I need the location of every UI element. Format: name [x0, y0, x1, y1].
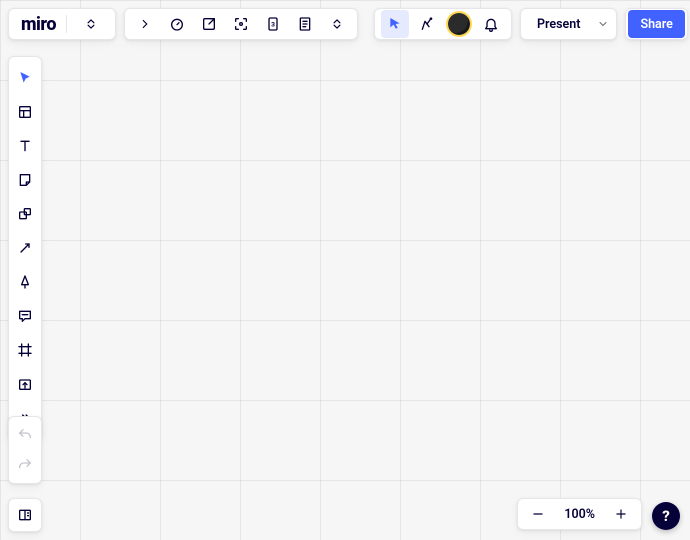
- comment-tool-icon[interactable]: [10, 301, 40, 331]
- redo-icon[interactable]: [11, 451, 39, 479]
- brand-panel: miro: [8, 8, 116, 40]
- help-label: ?: [662, 507, 670, 525]
- text-tool-icon[interactable]: [10, 131, 40, 161]
- notes-icon[interactable]: [291, 10, 319, 38]
- brand-logo[interactable]: miro: [21, 14, 56, 35]
- expand-chevron-right-icon[interactable]: [131, 10, 159, 38]
- board-switch-button[interactable]: [8, 498, 42, 532]
- panels-icon: [17, 507, 33, 523]
- export-icon[interactable]: [195, 10, 223, 38]
- canvas[interactable]: [0, 0, 690, 540]
- upload-tool-icon[interactable]: [10, 369, 40, 399]
- board-tools-panel: 3: [124, 8, 358, 40]
- brand-divider: [66, 15, 67, 33]
- pen-tool-icon[interactable]: [10, 267, 40, 297]
- sticky-note-tool-icon[interactable]: [10, 165, 40, 195]
- present-split-button: Present: [520, 8, 617, 40]
- zoom-out-icon[interactable]: [524, 500, 552, 528]
- avatar-icon: [448, 13, 470, 35]
- collab-panel: [374, 8, 512, 40]
- share-panel: Share: [625, 8, 687, 40]
- timer-icon[interactable]: [163, 10, 191, 38]
- svg-text:3: 3: [271, 21, 275, 29]
- board-menu-chevron-icon[interactable]: [77, 10, 105, 38]
- undo-icon[interactable]: [11, 421, 39, 449]
- history-panel: [8, 416, 42, 484]
- frame-tool-icon[interactable]: [10, 335, 40, 365]
- present-dropdown-chevron-icon[interactable]: [594, 18, 612, 30]
- reactions-icon[interactable]: [413, 10, 441, 38]
- user-avatar[interactable]: [445, 10, 473, 38]
- shapes-tool-icon[interactable]: [10, 199, 40, 229]
- more-apps-chevron-icon[interactable]: [323, 10, 351, 38]
- connector-tool-icon[interactable]: [10, 233, 40, 263]
- present-button[interactable]: Present: [525, 10, 592, 38]
- share-button[interactable]: Share: [628, 10, 684, 38]
- zoom-level[interactable]: 100%: [556, 507, 603, 522]
- zoom-panel: 100%: [517, 498, 642, 530]
- top-bar: miro 3: [8, 8, 682, 40]
- left-toolbox: [8, 56, 42, 440]
- top-right-cluster: Present Share: [374, 8, 688, 40]
- zoom-in-icon[interactable]: [607, 500, 635, 528]
- help-button[interactable]: ?: [652, 502, 680, 530]
- estimate-icon[interactable]: 3: [259, 10, 287, 38]
- select-tool-icon[interactable]: [10, 63, 40, 93]
- focus-icon[interactable]: [227, 10, 255, 38]
- templates-tool-icon[interactable]: [10, 97, 40, 127]
- cursor-tracking-icon[interactable]: [381, 10, 409, 38]
- notification-bell-icon[interactable]: [477, 10, 505, 38]
